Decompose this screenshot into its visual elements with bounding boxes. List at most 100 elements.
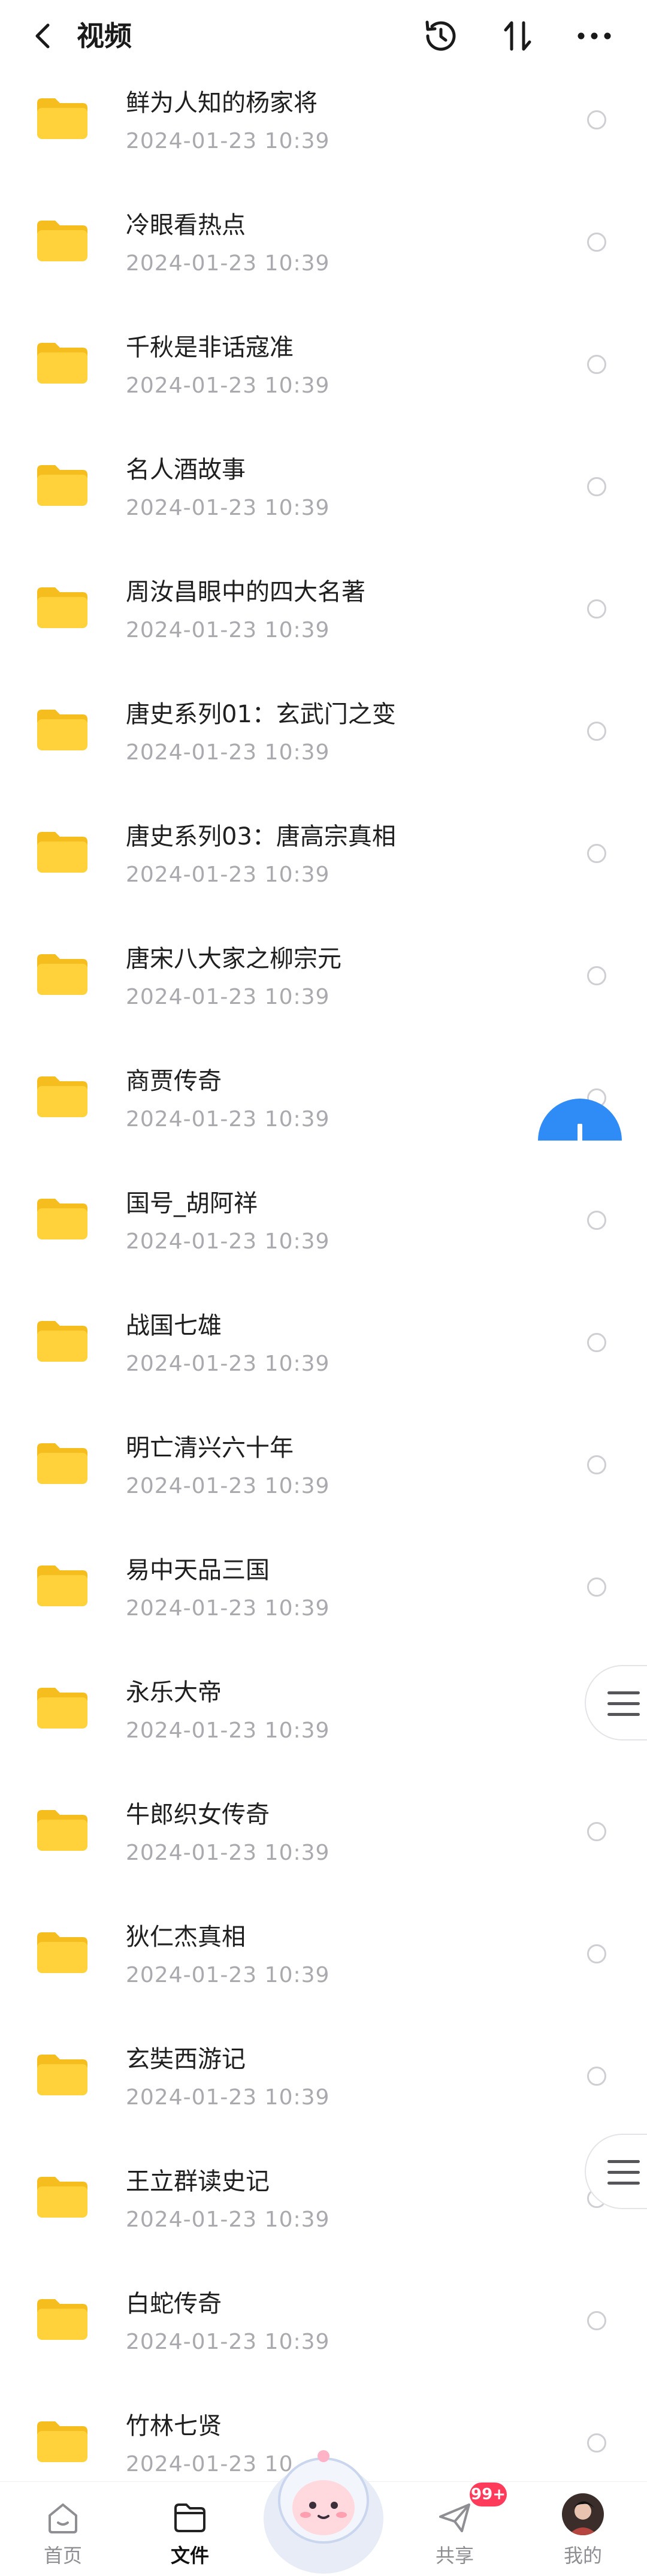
file-name: 名人酒故事 xyxy=(126,456,246,484)
folder-icon xyxy=(35,1563,90,1609)
list-item[interactable]: 明亡清兴六十年 2024-01-23 10:39 xyxy=(0,1417,647,1539)
select-radio[interactable] xyxy=(587,2433,606,2453)
list-item[interactable]: 周汝昌眼中的四大名著 2024-01-23 10:39 xyxy=(0,561,647,683)
folder-icon xyxy=(35,952,90,997)
list-item[interactable]: 牛郎织女传奇 2024-01-23 10:39 xyxy=(0,1784,647,1906)
file-name: 鲜为人知的杨家将 xyxy=(126,89,318,117)
file-name: 唐史系列03：唐高宗真相 xyxy=(126,823,396,850)
file-name: 千秋是非话寇准 xyxy=(126,334,294,361)
list-item[interactable]: 易中天品三国 2024-01-23 10:39 xyxy=(0,1539,647,1661)
select-radio[interactable] xyxy=(587,233,606,252)
folder-icon xyxy=(35,1441,90,1486)
file-name: 玄奘西游记 xyxy=(126,2046,246,2073)
list-item[interactable]: 唐宋八大家之柳宗元 2024-01-23 10:39 xyxy=(0,928,647,1050)
select-radio[interactable] xyxy=(587,722,606,741)
select-radio[interactable] xyxy=(587,477,606,496)
file-name: 唐史系列01：玄武门之变 xyxy=(126,701,396,728)
file-date: 2024-01-23 10:39 xyxy=(126,862,330,887)
folder-icon xyxy=(35,218,90,264)
mascot-button[interactable] xyxy=(256,2429,391,2576)
list-item[interactable]: 玄奘西游记 2024-01-23 10:39 xyxy=(0,2028,647,2150)
tab-files[interactable]: 文件 xyxy=(145,2482,235,2576)
list-item[interactable]: 永乐大帝 2024-01-23 10:39 xyxy=(0,1661,647,1784)
folder-icon xyxy=(35,463,90,508)
file-name: 唐宋八大家之柳宗元 xyxy=(126,945,341,973)
select-radio[interactable] xyxy=(587,1211,606,1230)
select-radio[interactable] xyxy=(587,844,606,863)
more-icon[interactable] xyxy=(573,14,616,58)
select-radio[interactable] xyxy=(587,355,606,374)
file-date: 2024-01-23 10:39 xyxy=(126,1718,330,1743)
file-name: 明亡清兴六十年 xyxy=(126,1434,294,1462)
file-name: 狄仁杰真相 xyxy=(126,1923,246,1951)
folder-icon xyxy=(35,2419,90,2465)
file-date: 2024-01-23 10:39 xyxy=(126,2085,330,2110)
list-item[interactable]: 冷眼看热点 2024-01-23 10:39 xyxy=(0,194,647,316)
select-radio[interactable] xyxy=(587,1577,606,1597)
share-count-badge: 99+ xyxy=(470,2483,507,2506)
plus-icon xyxy=(578,1124,582,1141)
file-date: 2024-01-23 10:39 xyxy=(126,2207,330,2232)
file-name: 冷眼看热点 xyxy=(126,212,246,239)
file-date: 2024-01-23 10:39 xyxy=(126,1474,330,1498)
list-item[interactable]: 王立群读史记 2024-01-23 10:39 xyxy=(0,2150,647,2273)
file-date: 2024-01-23 10:39 xyxy=(126,1841,330,1865)
list-item[interactable]: 国号_胡阿祥 2024-01-23 10:39 xyxy=(0,1172,647,1295)
file-name: 王立群读史记 xyxy=(126,2168,270,2195)
file-date: 2024-01-23 10:39 xyxy=(126,2330,330,2354)
file-list: 鲜为人知的杨家将 2024-01-23 10:39 冷眼看热点 2024-01-… xyxy=(0,72,647,2517)
avatar[interactable] xyxy=(562,2493,604,2535)
select-radio[interactable] xyxy=(587,599,606,619)
list-item[interactable]: 白蛇传奇 2024-01-23 10:39 xyxy=(0,2273,647,2395)
folder-icon xyxy=(35,1685,90,1731)
file-name: 周汝昌眼中的四大名著 xyxy=(126,578,365,606)
file-date: 2024-01-23 10:39 xyxy=(126,1963,330,1987)
select-radio[interactable] xyxy=(587,1455,606,1474)
list-item[interactable]: 唐史系列01：玄武门之变 2024-01-23 10:39 xyxy=(0,683,647,806)
file-name: 战国七雄 xyxy=(126,1312,222,1340)
back-arrow-icon[interactable] xyxy=(28,20,59,52)
folder-icon xyxy=(35,1319,90,1364)
select-radio[interactable] xyxy=(587,1333,606,1352)
file-date: 2024-01-23 10:39 xyxy=(126,618,330,643)
list-item[interactable]: 鲜为人知的杨家将 2024-01-23 10:39 xyxy=(0,72,647,194)
file-date: 2024-01-23 10:39 xyxy=(126,1107,330,1132)
tab-home-label: 首页 xyxy=(43,2544,82,2567)
folder-icon xyxy=(35,96,90,141)
select-radio[interactable] xyxy=(587,110,606,129)
folder-icon xyxy=(35,2052,90,2098)
folder-icon xyxy=(35,1074,90,1120)
paper-plane-icon xyxy=(436,2499,474,2537)
select-radio[interactable] xyxy=(587,2067,606,2086)
list-item[interactable]: 战国七雄 2024-01-23 10:39 xyxy=(0,1295,647,1417)
folder-tab-icon xyxy=(171,2499,209,2537)
sort-icon[interactable] xyxy=(496,14,539,58)
folder-icon xyxy=(35,707,90,753)
select-radio[interactable] xyxy=(587,2311,606,2330)
list-item[interactable]: 唐史系列03：唐高宗真相 2024-01-23 10:39 xyxy=(0,806,647,928)
tab-mine-label: 我的 xyxy=(563,2544,602,2567)
list-item[interactable]: 名人酒故事 2024-01-23 10:39 xyxy=(0,439,647,561)
file-date: 2024-01-23 10:39 xyxy=(126,251,330,276)
list-item[interactable]: 狄仁杰真相 2024-01-23 10:39 xyxy=(0,1906,647,2028)
file-name: 易中天品三国 xyxy=(126,1557,270,1584)
select-radio[interactable] xyxy=(587,966,606,985)
folder-icon xyxy=(35,1808,90,1853)
tab-home[interactable]: 首页 xyxy=(18,2482,108,2576)
file-date: 2024-01-23 10:39 xyxy=(126,1596,330,1621)
history-icon[interactable] xyxy=(419,14,462,58)
folder-icon xyxy=(35,1930,90,1975)
file-name: 白蛇传奇 xyxy=(126,2290,222,2318)
file-date: 2024-01-23 10:39 xyxy=(126,373,330,398)
file-name: 国号_胡阿祥 xyxy=(126,1190,258,1217)
folder-icon xyxy=(35,829,90,875)
tab-share-label: 共享 xyxy=(435,2544,474,2567)
file-name: 竹林七贤 xyxy=(126,2412,222,2440)
select-radio[interactable] xyxy=(587,1944,606,1963)
select-radio[interactable] xyxy=(587,1822,606,1841)
list-item[interactable]: 千秋是非话寇准 2024-01-23 10:39 xyxy=(0,316,647,439)
file-date: 2024-01-23 10:39 xyxy=(126,129,330,153)
top-bar: 视频 xyxy=(0,0,647,72)
folder-icon xyxy=(35,1196,90,1242)
add-button[interactable] xyxy=(538,1099,622,1141)
